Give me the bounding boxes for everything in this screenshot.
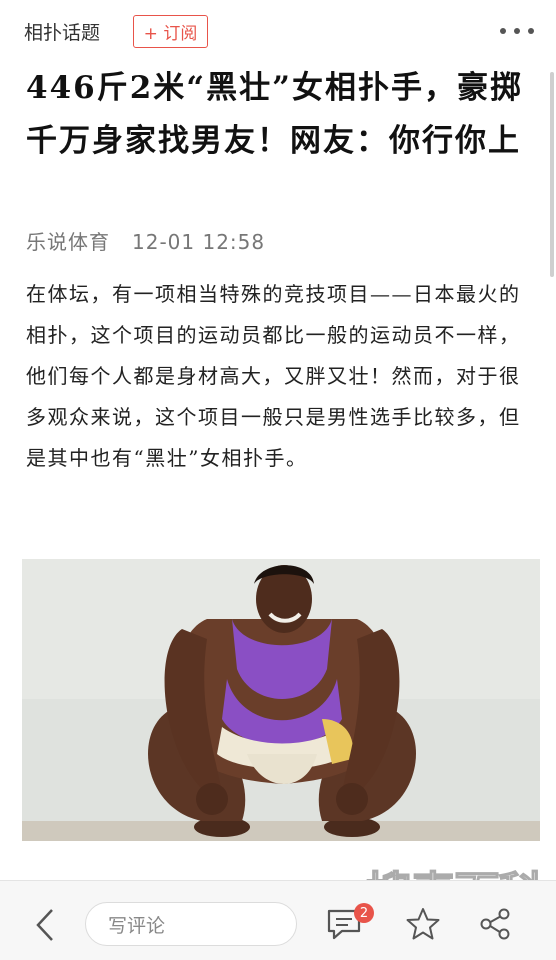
article-timestamp: 12-01 12:58 (132, 230, 266, 254)
article-source[interactable]: 乐说体育 (26, 230, 110, 254)
star-icon[interactable] (405, 906, 441, 942)
comment-input[interactable]: 写评论 (85, 902, 297, 946)
article-page: 相扑话题 + 订阅 446斤2米“黑壮”女相扑手，豪掷千万身家找男友！网友：你行… (0, 0, 556, 960)
article-title: 446斤2米“黑壮”女相扑手，豪掷千万身家找男友！网友：你行你上 (26, 70, 523, 159)
share-icon[interactable] (478, 907, 512, 941)
comment-count-badge: 2 (354, 903, 374, 923)
follow-button[interactable]: + 订阅 (133, 15, 208, 48)
article-body: 在体坛，有一项相当特殊的竞技项目——日本最火的相扑，这个项目的运动员都比一般的运… (26, 282, 521, 470)
bottom-bar: 写评论 2 (0, 880, 556, 960)
top-bar: 相扑话题 + 订阅 (0, 0, 556, 62)
back-icon[interactable] (30, 907, 60, 943)
topic-name[interactable]: 相扑话题 (24, 18, 100, 45)
article-meta: 乐说体育 12-01 12:58 (26, 226, 265, 255)
scroll-indicator[interactable] (550, 72, 554, 277)
more-icon[interactable] (500, 21, 534, 41)
article-photo (22, 559, 540, 841)
